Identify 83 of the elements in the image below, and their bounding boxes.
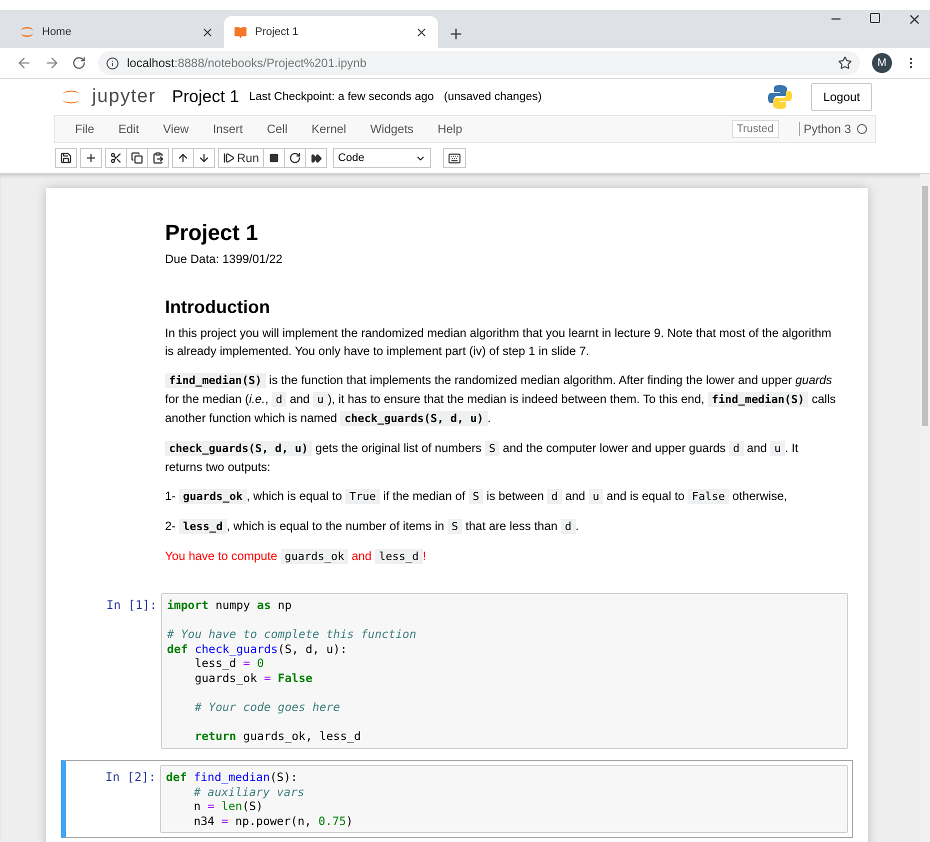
info-icon[interactable] [106,56,119,70]
code-line: n34 = np.power(n, 0.75) [192,814,354,828]
run-button[interactable]: Run [218,148,264,168]
code-editor[interactable]: import numpy as np # You have to complete this function def check_guards(S, d, u): less_d = 0 guards_ok = False # Your code goes here return guards_ok, less_d [161,593,848,749]
move-down-button[interactable] [193,148,215,168]
menu-item[interactable]: View [151,122,201,136]
paste-button[interactable] [147,148,169,168]
menu-item[interactable]: Help [426,122,474,136]
maximize-icon[interactable] [869,12,881,24]
warning-paragraph: You have to compute guards_ok and less_d ! [165,548,428,566]
browser-tab[interactable]: Project 1 [224,16,438,48]
cell-prompt: In [2]: [104,768,157,786]
run-all-button[interactable] [305,148,328,168]
trusted-button[interactable]: Trusted [732,120,779,138]
markdown-paragraph: 2- less_d , which is equal to the number of items in S that are less than d . [165,518,580,536]
interrupt-button[interactable] [263,148,286,168]
notebook-title[interactable]: Project 1 [172,87,240,107]
code-line: import numpy as np [167,598,293,613]
code-line: def check_guards(S, d, u): [167,642,348,656]
cell-type-select[interactable]: Code [333,148,432,168]
forward-icon[interactable] [44,55,60,71]
arrow-down-icon [198,152,210,164]
code-line: return guards_ok, less_d [194,728,362,744]
menu-item[interactable]: Edit [106,122,152,136]
save-button[interactable] [55,148,77,168]
plus-icon [85,152,97,164]
browser-tab[interactable]: Home [10,16,224,48]
logout-button[interactable]: Logout [811,83,872,111]
code-line: n = len(S) [192,799,264,814]
fast-forward-icon [310,152,322,164]
code-line: less_d = 0 [194,656,265,671]
code-line: # auxiliary vars [192,784,306,800]
markdown-paragraph: check_guards(S, d, u) gets the original list of numbers S and the computer lower and upper guards d and u . It returns two outputs: [165,440,800,476]
close-icon[interactable] [201,26,214,38]
menu-item[interactable]: File [63,122,106,136]
save-icon [60,152,72,164]
code-line: guards_ok = False [194,670,314,686]
python-logo-icon [767,84,794,110]
jupyter-arc-icon [20,25,34,39]
scissors-icon [110,152,122,164]
cut-button[interactable] [105,148,127,168]
code-cell[interactable]: In [2]: def find_median(S): # auxiliary vars n = len(S) n34 = np.power(n, 0.75) [61,760,853,838]
copy-icon [131,152,143,164]
save-status: (unsaved changes) [444,91,542,103]
menu-item[interactable]: Insert [200,122,255,136]
move-up-button[interactable] [172,148,194,168]
kernel-name[interactable]: Python 3 [798,122,857,136]
keyboard-icon [448,152,462,164]
book-icon [234,26,247,38]
command-palette-button[interactable] [443,148,466,168]
menu-item[interactable]: Widgets [358,122,426,136]
close-icon[interactable] [415,26,428,38]
arrow-up-icon [177,152,189,164]
insert-cell-button[interactable] [80,148,102,168]
address-bar[interactable]: localhost:8888/notebooks/Project%201.ipynb [98,51,860,75]
reload-icon[interactable] [72,56,86,70]
menu-item[interactable]: Kernel [300,122,358,136]
markdown-paragraph: 1- guards_ok , which is equal to True if the median of S is between d and u and is equal to False otherwise, [165,488,788,506]
code-line: def find_median(S): [166,770,299,785]
scrollbar[interactable] [920,174,930,842]
code-line: # Your code goes here [194,699,342,715]
code-editor[interactable]: def find_median(S): # auxiliary vars n = len(S) n34 = np.power(n, 0.75) [160,764,848,834]
checkpoint-text: Last Checkpoint: a few seconds ago [249,91,434,103]
step-icon [223,152,235,164]
markdown-paragraph: find_median(S) is the function that implements the randomized median algorithm. After finding the lower and upper guards for the median (i.e., d and u ), it has to ensure that the median is indeed between them. To this end, find_median(S) calls another function which is named check_guards(S, d, u) . [165,372,836,428]
paste-icon [152,152,164,164]
close-icon[interactable] [907,12,922,27]
cell-prompt: In [1]: [105,597,158,614]
code-cell[interactable]: In [1]: import numpy as np # You have to complete this function def check_guards(S, d, u): less_d = 0 guards_ok = False # Your code goes here return guards_ok, less_d [61,588,853,754]
restart-button[interactable] [284,148,306,168]
new-tab-icon[interactable] [448,26,464,42]
back-icon[interactable] [16,55,32,71]
profile-avatar[interactable]: M [872,53,892,73]
restart-icon [289,152,302,164]
markdown-paragraph: Due Data: 1399/01/22 [165,251,284,268]
stop-icon [269,153,280,163]
copy-button[interactable] [126,148,148,168]
markdown-paragraph: In this project you will implement the randomized median algorithm that you learnt in lecture 9. Note that most of the algorithm is already implemented. You only have to implement part (iv) of step 1 in slide 7. [165,325,832,360]
section-heading: Introduction [165,298,271,316]
jupyter-logo-text[interactable]: jupyter [92,86,156,108]
menu-item[interactable]: Cell [254,122,300,136]
code-line: # You have to complete this function [167,626,418,642]
star-icon[interactable] [838,56,852,70]
